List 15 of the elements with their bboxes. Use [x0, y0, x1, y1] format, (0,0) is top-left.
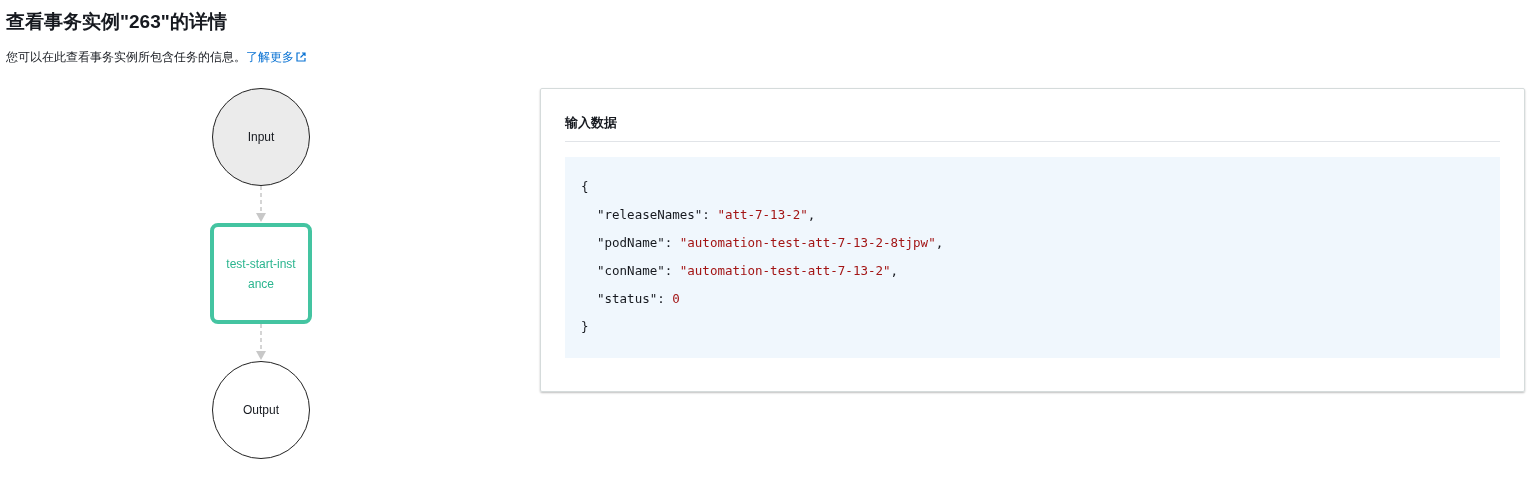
code-line: "status": 0 [596, 289, 680, 308]
code-line: } [581, 317, 589, 336]
panel-heading: 输入数据 [565, 113, 1500, 142]
output-node[interactable]: Output [212, 361, 310, 459]
connector-arrow [255, 186, 267, 223]
input-node[interactable]: Input [212, 88, 310, 186]
code-line: "conName": "automation-test-att-7-13-2", [596, 261, 899, 280]
description-text: 您可以在此查看事务实例所包含任务的信息。 [6, 49, 246, 66]
code-line: "podName": "automation-test-att-7-13-2-8tjpw", [596, 233, 944, 252]
page-title: 查看事务实例"263"的详情 [6, 10, 228, 34]
code-line: { [581, 177, 589, 196]
code-line: "releaseNames": "att-7-13-2", [596, 205, 816, 224]
learn-more-link[interactable]: 了解更多 [246, 48, 306, 66]
connector-arrow [255, 324, 267, 361]
external-link-icon [296, 52, 306, 62]
